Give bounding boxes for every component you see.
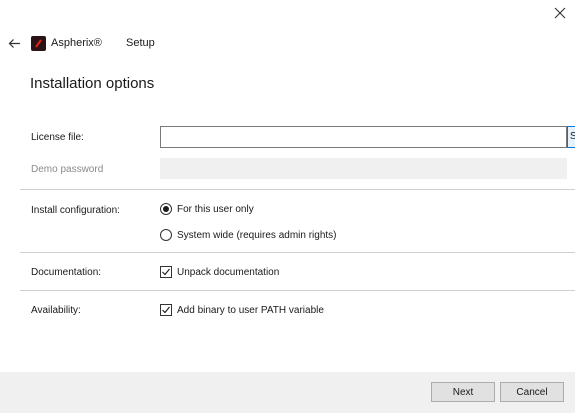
unpack-documentation-checkbox[interactable]: Unpack documentation [160,266,279,278]
demo-password-input [160,158,567,179]
add-to-path-label: Add binary to user PATH variable [177,304,324,316]
radio-button[interactable] [160,229,172,241]
license-file-input[interactable] [160,126,567,148]
page-title: Installation options [30,75,155,92]
aspherix-logo-icon [35,39,42,48]
installer-window: Aspherix® Setup Installation options Lic… [0,0,575,413]
license-file-label: License file: [31,132,84,143]
back-button[interactable] [3,33,25,53]
close-icon [554,7,566,19]
arrow-left-icon [8,38,20,48]
radio-dot [163,206,169,212]
availability-label: Availability: [31,305,81,316]
install-configuration-label: Install configuration: [31,205,120,216]
radio-this-user[interactable]: For this user only [160,203,254,215]
checkmark-icon [162,268,170,276]
app-name: Aspherix® [51,37,102,49]
checkbox[interactable] [160,266,172,278]
section-label: Setup [126,37,155,49]
add-to-path-checkbox[interactable]: Add binary to user PATH variable [160,304,324,316]
radio-button-selected[interactable] [160,203,172,215]
next-button[interactable]: Next [431,382,495,402]
unpack-documentation-label: Unpack documentation [177,266,280,278]
demo-password-label: Demo password [31,164,104,175]
divider [20,189,575,190]
divider [20,290,575,291]
cancel-button[interactable]: Cancel [500,382,564,402]
app-logo [31,36,46,51]
radio-system-wide-label: System wide (requires admin rights) [177,229,337,241]
browse-button[interactable]: S [567,126,575,148]
checkbox[interactable] [160,304,172,316]
close-button[interactable] [548,2,572,24]
checkmark-icon [162,306,170,314]
documentation-label: Documentation: [31,267,102,278]
radio-system-wide[interactable]: System wide (requires admin rights) [160,229,337,241]
radio-this-user-label: For this user only [177,203,254,215]
divider [20,252,575,253]
